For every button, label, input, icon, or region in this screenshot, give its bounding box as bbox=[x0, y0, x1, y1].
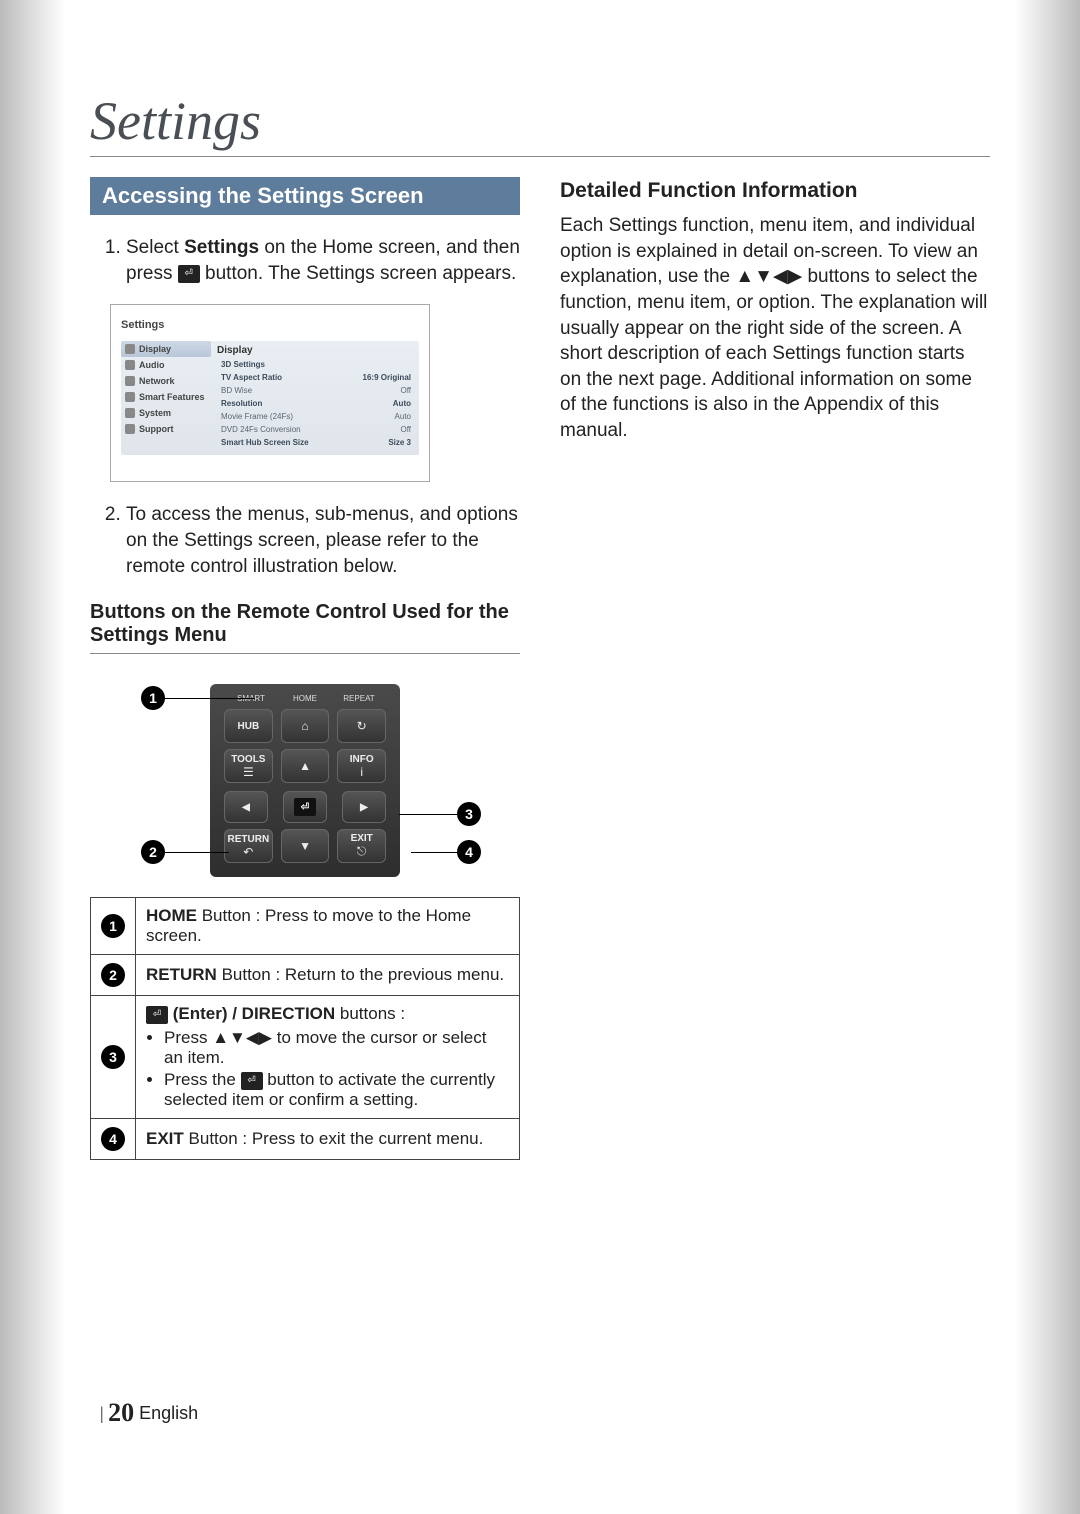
ss-side-audio: Audio bbox=[121, 357, 211, 373]
ss-row: Smart Hub Screen SizeSize 3 bbox=[217, 436, 415, 449]
callout-3: 3 bbox=[457, 802, 481, 826]
num-1-icon: 1 bbox=[101, 914, 125, 938]
remote-down-button: ▼ bbox=[281, 829, 330, 863]
desc-return: RETURN Button : Return to the previous m… bbox=[136, 955, 520, 996]
callout-1: 1 bbox=[141, 686, 165, 710]
remote-right-button: ▶ bbox=[342, 791, 386, 823]
page-footer: | 20 English bbox=[100, 1398, 198, 1428]
remote-home-button: ⌂ bbox=[281, 709, 330, 743]
remote-left-button: ◀ bbox=[224, 791, 268, 823]
desc-enter-direction: ⏎ (Enter) / DIRECTION buttons : Press ▲▼… bbox=[136, 996, 520, 1119]
section-head-accessing: Accessing the Settings Screen bbox=[90, 177, 520, 215]
enter-icon: ⏎ bbox=[241, 1072, 263, 1090]
step-1: Select Settings on the Home screen, and … bbox=[126, 235, 520, 286]
ss-row: ResolutionAuto bbox=[217, 397, 415, 410]
remote-exit-button: EXIT⎋ bbox=[337, 829, 386, 863]
settings-screenshot: Settings Display Audio Network Smart Fea… bbox=[110, 304, 430, 482]
remote-return-button: RETURN↶ bbox=[224, 829, 273, 863]
ss-side-display: Display bbox=[121, 341, 211, 357]
ss-row: TV Aspect Ratio16:9 Original bbox=[217, 371, 415, 384]
num-2-icon: 2 bbox=[101, 963, 125, 987]
num-3-icon: 3 bbox=[101, 1045, 125, 1069]
right-body: Each Settings function, menu item, and i… bbox=[560, 213, 990, 444]
right-heading: Detailed Function Information bbox=[560, 179, 990, 203]
callout-2: 2 bbox=[141, 840, 165, 864]
ss-main-title: Display bbox=[217, 341, 415, 358]
subhead-remote: Buttons on the Remote Control Used for t… bbox=[90, 601, 520, 654]
ss-row: Movie Frame (24Fs)Auto bbox=[217, 410, 415, 423]
ss-row: BD WiseOff bbox=[217, 384, 415, 397]
settings-screenshot-title: Settings bbox=[121, 319, 419, 331]
ss-side-network: Network bbox=[121, 373, 211, 389]
enter-icon: ⏎ bbox=[146, 1006, 168, 1024]
remote-info-button: INFOi bbox=[337, 749, 386, 783]
num-4-icon: 4 bbox=[101, 1127, 125, 1151]
page-title: Settings bbox=[90, 90, 990, 152]
ss-row: DVD 24Fs ConversionOff bbox=[217, 423, 415, 436]
remote-illustration: 1 2 3 4 SMARTHOMEREPEAT HUB ⌂ ↻ TOOLS☰ ▲… bbox=[135, 684, 475, 877]
enter-icon: ⏎ bbox=[178, 265, 200, 283]
ss-side-smart: Smart Features bbox=[121, 389, 211, 405]
remote-hub-button: HUB bbox=[224, 709, 273, 743]
step-2: To access the menus, sub-menus, and opti… bbox=[126, 502, 520, 579]
ss-side-system: System bbox=[121, 405, 211, 421]
ss-row: 3D Settings bbox=[217, 358, 415, 371]
ss-side-support: Support bbox=[121, 421, 211, 437]
remote-repeat-button: ↻ bbox=[337, 709, 386, 743]
remote-enter-button: ⏎ bbox=[283, 791, 327, 823]
desc-exit: EXIT Button : Press to exit the current … bbox=[136, 1119, 520, 1160]
desc-home: HOME Button : Press to move to the Home … bbox=[136, 898, 520, 955]
title-divider bbox=[90, 156, 990, 157]
callout-4: 4 bbox=[457, 840, 481, 864]
remote-up-button: ▲ bbox=[281, 749, 330, 783]
button-description-table: 1 HOME Button : Press to move to the Hom… bbox=[90, 897, 520, 1160]
remote-tools-button: TOOLS☰ bbox=[224, 749, 273, 783]
